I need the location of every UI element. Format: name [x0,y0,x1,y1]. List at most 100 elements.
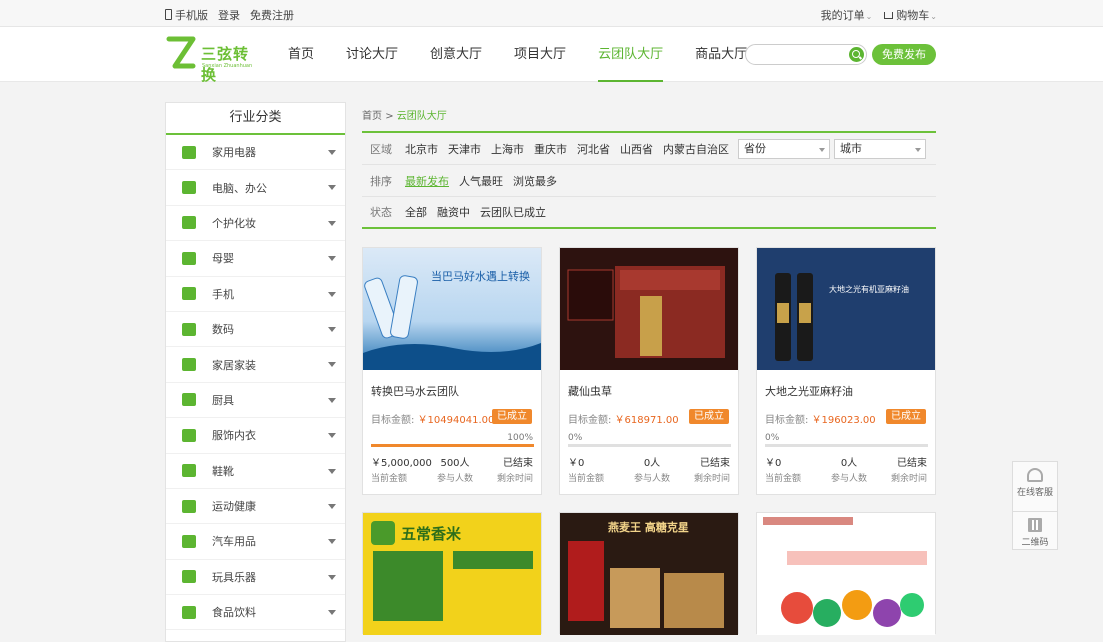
project-image[interactable]: 大地之光有机亚麻籽油 [757,248,935,370]
card-title[interactable]: 转换巴马水云团队 [371,383,459,399]
category-item[interactable]: 厨具 [166,383,345,419]
project-card[interactable]: 当巴马好水遇上转换 转换巴马水云团队 目标金额: ￥10494041.00 已成… [362,247,542,495]
logo-z-icon [166,36,196,69]
project-image[interactable]: 当巴马好水遇上转换 [363,248,541,370]
register-link[interactable]: 免费注册 [250,7,294,23]
search-icon[interactable] [849,47,864,62]
chevron-down-icon[interactable] [328,503,336,509]
login-link[interactable]: 登录 [218,7,240,23]
category-item[interactable]: 服饰内衣 [166,418,345,454]
nav-discussion[interactable]: 讨论大厅 [346,27,398,82]
publish-button[interactable]: 免费发布 [872,44,936,65]
category-item[interactable]: 数码 [166,312,345,348]
sort-filter: 排序 最新发布 人气最旺 浏览最多 [362,165,936,197]
project-image[interactable]: 五常香米 [363,513,541,635]
project-card[interactable]: 五常香米 [362,512,542,635]
breadcrumb-home[interactable]: 首页 [362,111,382,122]
search-input[interactable] [745,44,867,65]
chevron-down-icon[interactable] [328,150,336,155]
chevron-down-icon[interactable] [328,397,336,403]
status-option-all[interactable]: 全部 [405,204,427,220]
breadcrumb: 首页 > 云团队大厅 [362,102,936,133]
image-caption: 当巴马好水遇上转换 [431,269,530,283]
region-option[interactable]: 重庆市 [534,141,567,157]
region-option[interactable]: 山西省 [620,141,653,157]
card-target: 目标金额: ￥618971.00 [568,415,679,426]
project-image[interactable] [757,513,935,635]
sort-option-newest[interactable]: 最新发布 [405,173,449,189]
sort-option-popular[interactable]: 人气最旺 [459,173,503,189]
chevron-down-icon[interactable] [328,468,336,474]
nav-projects[interactable]: 项目大厅 [514,27,566,82]
chevron-down-icon[interactable] [328,433,336,439]
region-option[interactable]: 河北省 [577,141,610,157]
category-item[interactable]: 个护化妆 [166,206,345,242]
project-image[interactable]: 燕麦王 高糖克星 [560,513,738,635]
current-amount: ￥5,000,000 当前金额 [371,458,432,484]
cart-link[interactable]: 购物车⌄ [884,7,937,23]
card-title[interactable]: 藏仙虫草 [568,383,612,399]
header: 三弦转换 Sanxian Zhuanhuan 首页 讨论大厅 创意大厅 项目大厅… [0,27,1103,84]
chevron-down-icon[interactable] [328,610,336,616]
category-label: 服饰内衣 [212,429,256,443]
category-label: 食品饮料 [212,606,256,620]
category-item[interactable]: 家用电器 [166,135,345,171]
chevron-down-icon[interactable] [328,326,336,332]
category-item[interactable]: 运动健康 [166,489,345,525]
chevron-down-icon: ⌄ [930,12,937,21]
online-service-button[interactable]: 在线客服 [1013,468,1057,512]
category-item[interactable]: 手机 [166,277,345,312]
nav-cloud-team[interactable]: 云团队大厅 [598,27,664,82]
status-option-funding[interactable]: 融资中 [437,204,470,220]
chevron-down-icon[interactable] [328,291,336,297]
chevron-down-icon[interactable] [328,574,336,580]
mobile-link[interactable]: 手机版 [165,7,208,23]
region-option[interactable]: 北京市 [405,141,438,157]
category-label: 玩具乐器 [212,570,256,584]
category-item[interactable]: 食品饮料 [166,595,345,631]
cosmetics-icon [182,216,196,230]
category-item[interactable]: 母婴 [166,241,345,277]
qrcode-button[interactable]: 二维码 [1013,518,1057,562]
city-select[interactable]: 城市 [834,138,926,159]
chevron-down-icon[interactable] [328,185,336,191]
status-badge: 已成立 [689,409,729,424]
project-card[interactable]: 燕麦王 高糖克星 [559,512,739,635]
sort-option-views[interactable]: 浏览最多 [513,173,557,189]
project-card[interactable] [756,512,936,635]
image-caption: 大地之光有机亚麻籽油 [829,284,909,294]
region-option[interactable]: 天津市 [448,141,481,157]
current-amount: ￥0 当前金额 [765,458,802,484]
region-option[interactable]: 上海市 [491,141,524,157]
category-item[interactable]: 鞋靴 [166,454,345,489]
logo-subtext: Sanxian Zhuanhuan [202,63,253,69]
main-nav: 首页 讨论大厅 创意大厅 项目大厅 云团队大厅 商品大厅 [288,27,779,82]
region-option[interactable]: 内蒙古自治区 [663,141,729,157]
chevron-down-icon[interactable] [328,362,336,368]
logo[interactable]: 三弦转换 Sanxian Zhuanhuan [165,36,260,84]
category-item[interactable]: 玩具乐器 [166,560,345,596]
car-icon [182,534,196,548]
appliance-icon [182,145,196,159]
chevron-down-icon[interactable] [328,539,336,545]
category-item[interactable]: 家居家装 [166,347,345,383]
category-item[interactable]: 电脑、办公 [166,170,345,206]
phone-icon [182,287,196,301]
status-option-established[interactable]: 云团队已成立 [480,204,546,220]
nav-home[interactable]: 首页 [288,27,314,82]
project-image[interactable] [560,248,738,370]
breadcrumb-separator: > [385,111,394,122]
breadcrumb-current: 云团队大厅 [396,111,447,122]
province-select[interactable]: 省份 [738,138,830,159]
nav-ideas[interactable]: 创意大厅 [430,27,482,82]
project-card[interactable]: 大地之光有机亚麻籽油 大地之光亚麻籽油 目标金额: ￥196023.00 已成立… [756,247,936,495]
project-card[interactable]: 藏仙虫草 目标金额: ￥618971.00 已成立 0% ￥0 当前金额 0人 参与… [559,247,739,495]
my-orders-link[interactable]: 我的订单⌄ [821,7,873,23]
progress-text: 0% [765,433,780,443]
chevron-down-icon[interactable] [328,256,336,262]
nav-products[interactable]: 商品大厅 [695,27,747,82]
card-title[interactable]: 大地之光亚麻籽油 [765,383,853,399]
progress-bar [568,444,731,447]
category-item[interactable]: 汽车用品 [166,524,345,560]
chevron-down-icon[interactable] [328,220,336,226]
